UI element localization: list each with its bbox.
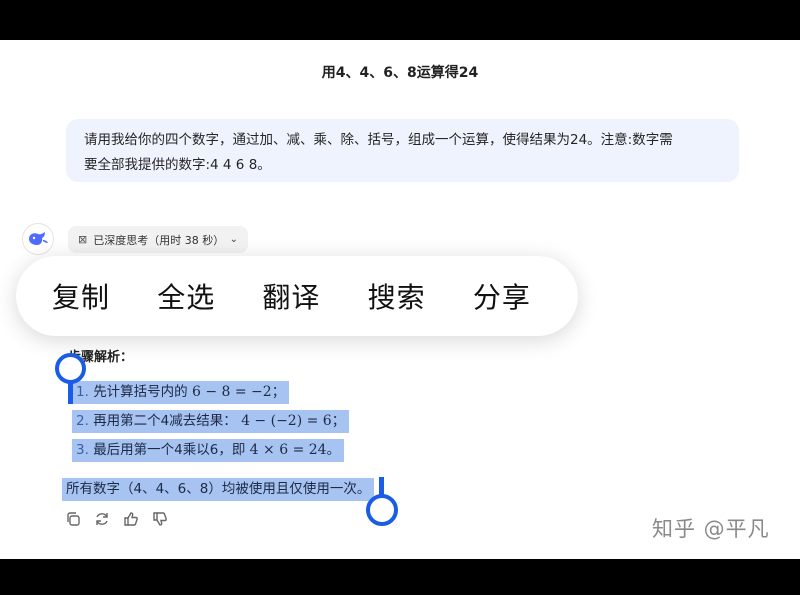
user-message-line-1: 请用我给你的四个数字，通过加、减、乘、除、括号，组成一个运算，使得结果为24。注… <box>84 132 673 148</box>
whale-logo-icon <box>29 232 48 245</box>
thumbs-down-icon[interactable] <box>151 510 169 528</box>
step-item: 3. 最后用第一个4乘以6，即 4 × 6 = 24。 <box>72 439 345 462</box>
regenerate-icon[interactable] <box>93 510 111 528</box>
copy-icon[interactable] <box>64 510 82 528</box>
step-number: 3. <box>76 442 89 458</box>
text-selection-context-menu: 复制 全选 翻译 搜索 分享 <box>16 256 578 336</box>
menu-item-copy[interactable]: 复制 <box>52 276 157 316</box>
step-punct: ； <box>271 384 286 400</box>
chat-screen: 用4、4、6、8运算得24 请用我给你的四个数字，通过加、减、乘、除、括号，组成… <box>0 40 800 559</box>
user-message-line-2: 要全部我提供的数字:4 4 6 8。 <box>84 157 271 173</box>
deep-think-label: 已深度思考（用时 38 秒） <box>93 233 225 247</box>
step-math: 6 − 8 = −2 <box>191 384 272 400</box>
step-text: 再用第二个4减去结果： <box>93 413 237 429</box>
message-actions <box>64 510 169 528</box>
assistant-avatar <box>22 223 54 255</box>
step-item: 2. 再用第二个4减去结果： 4 − (−2) = 6； <box>72 410 350 433</box>
step-math: 4 − (−2) = 6 <box>241 413 332 429</box>
summary-text: 所有数字（4、4、6、8）均被使用且仅使用一次。 <box>62 478 375 501</box>
chevron-down-icon: ⌄ <box>229 234 238 245</box>
step-punct: ； <box>331 413 346 429</box>
step-number: 1. <box>76 384 89 400</box>
top-letterbox <box>0 0 800 40</box>
atom-icon: ⊠ <box>78 233 88 246</box>
watermark: 知乎 @平凡 <box>652 517 770 541</box>
step-text: 先计算括号内的 <box>93 384 188 400</box>
menu-item-select-all[interactable]: 全选 <box>157 276 262 316</box>
step-number: 2. <box>76 413 89 429</box>
step-punct: 。 <box>326 442 341 458</box>
step-text: 最后用第一个4乘以6，即 <box>93 442 246 458</box>
menu-item-share[interactable]: 分享 <box>473 276 578 316</box>
step-math: 4 × 6 = 24 <box>249 442 327 458</box>
selection-end-handle[interactable] <box>366 494 398 526</box>
deep-think-toggle[interactable]: ⊠ 已深度思考（用时 38 秒） ⌄ <box>68 226 248 253</box>
menu-item-search[interactable]: 搜索 <box>368 276 473 316</box>
step-item: 1. 先计算括号内的 6 − 8 = −2； <box>72 381 290 404</box>
thumbs-up-icon[interactable] <box>122 510 140 528</box>
menu-item-translate[interactable]: 翻译 <box>262 276 367 316</box>
bottom-letterbox <box>0 559 800 595</box>
selection-start-handle[interactable] <box>55 353 86 384</box>
conversation-title: 用4、4、6、8运算得24 <box>321 65 479 81</box>
user-message-bubble: 请用我给你的四个数字，通过加、减、乘、除、括号，组成一个运算，使得结果为24。注… <box>66 119 739 182</box>
